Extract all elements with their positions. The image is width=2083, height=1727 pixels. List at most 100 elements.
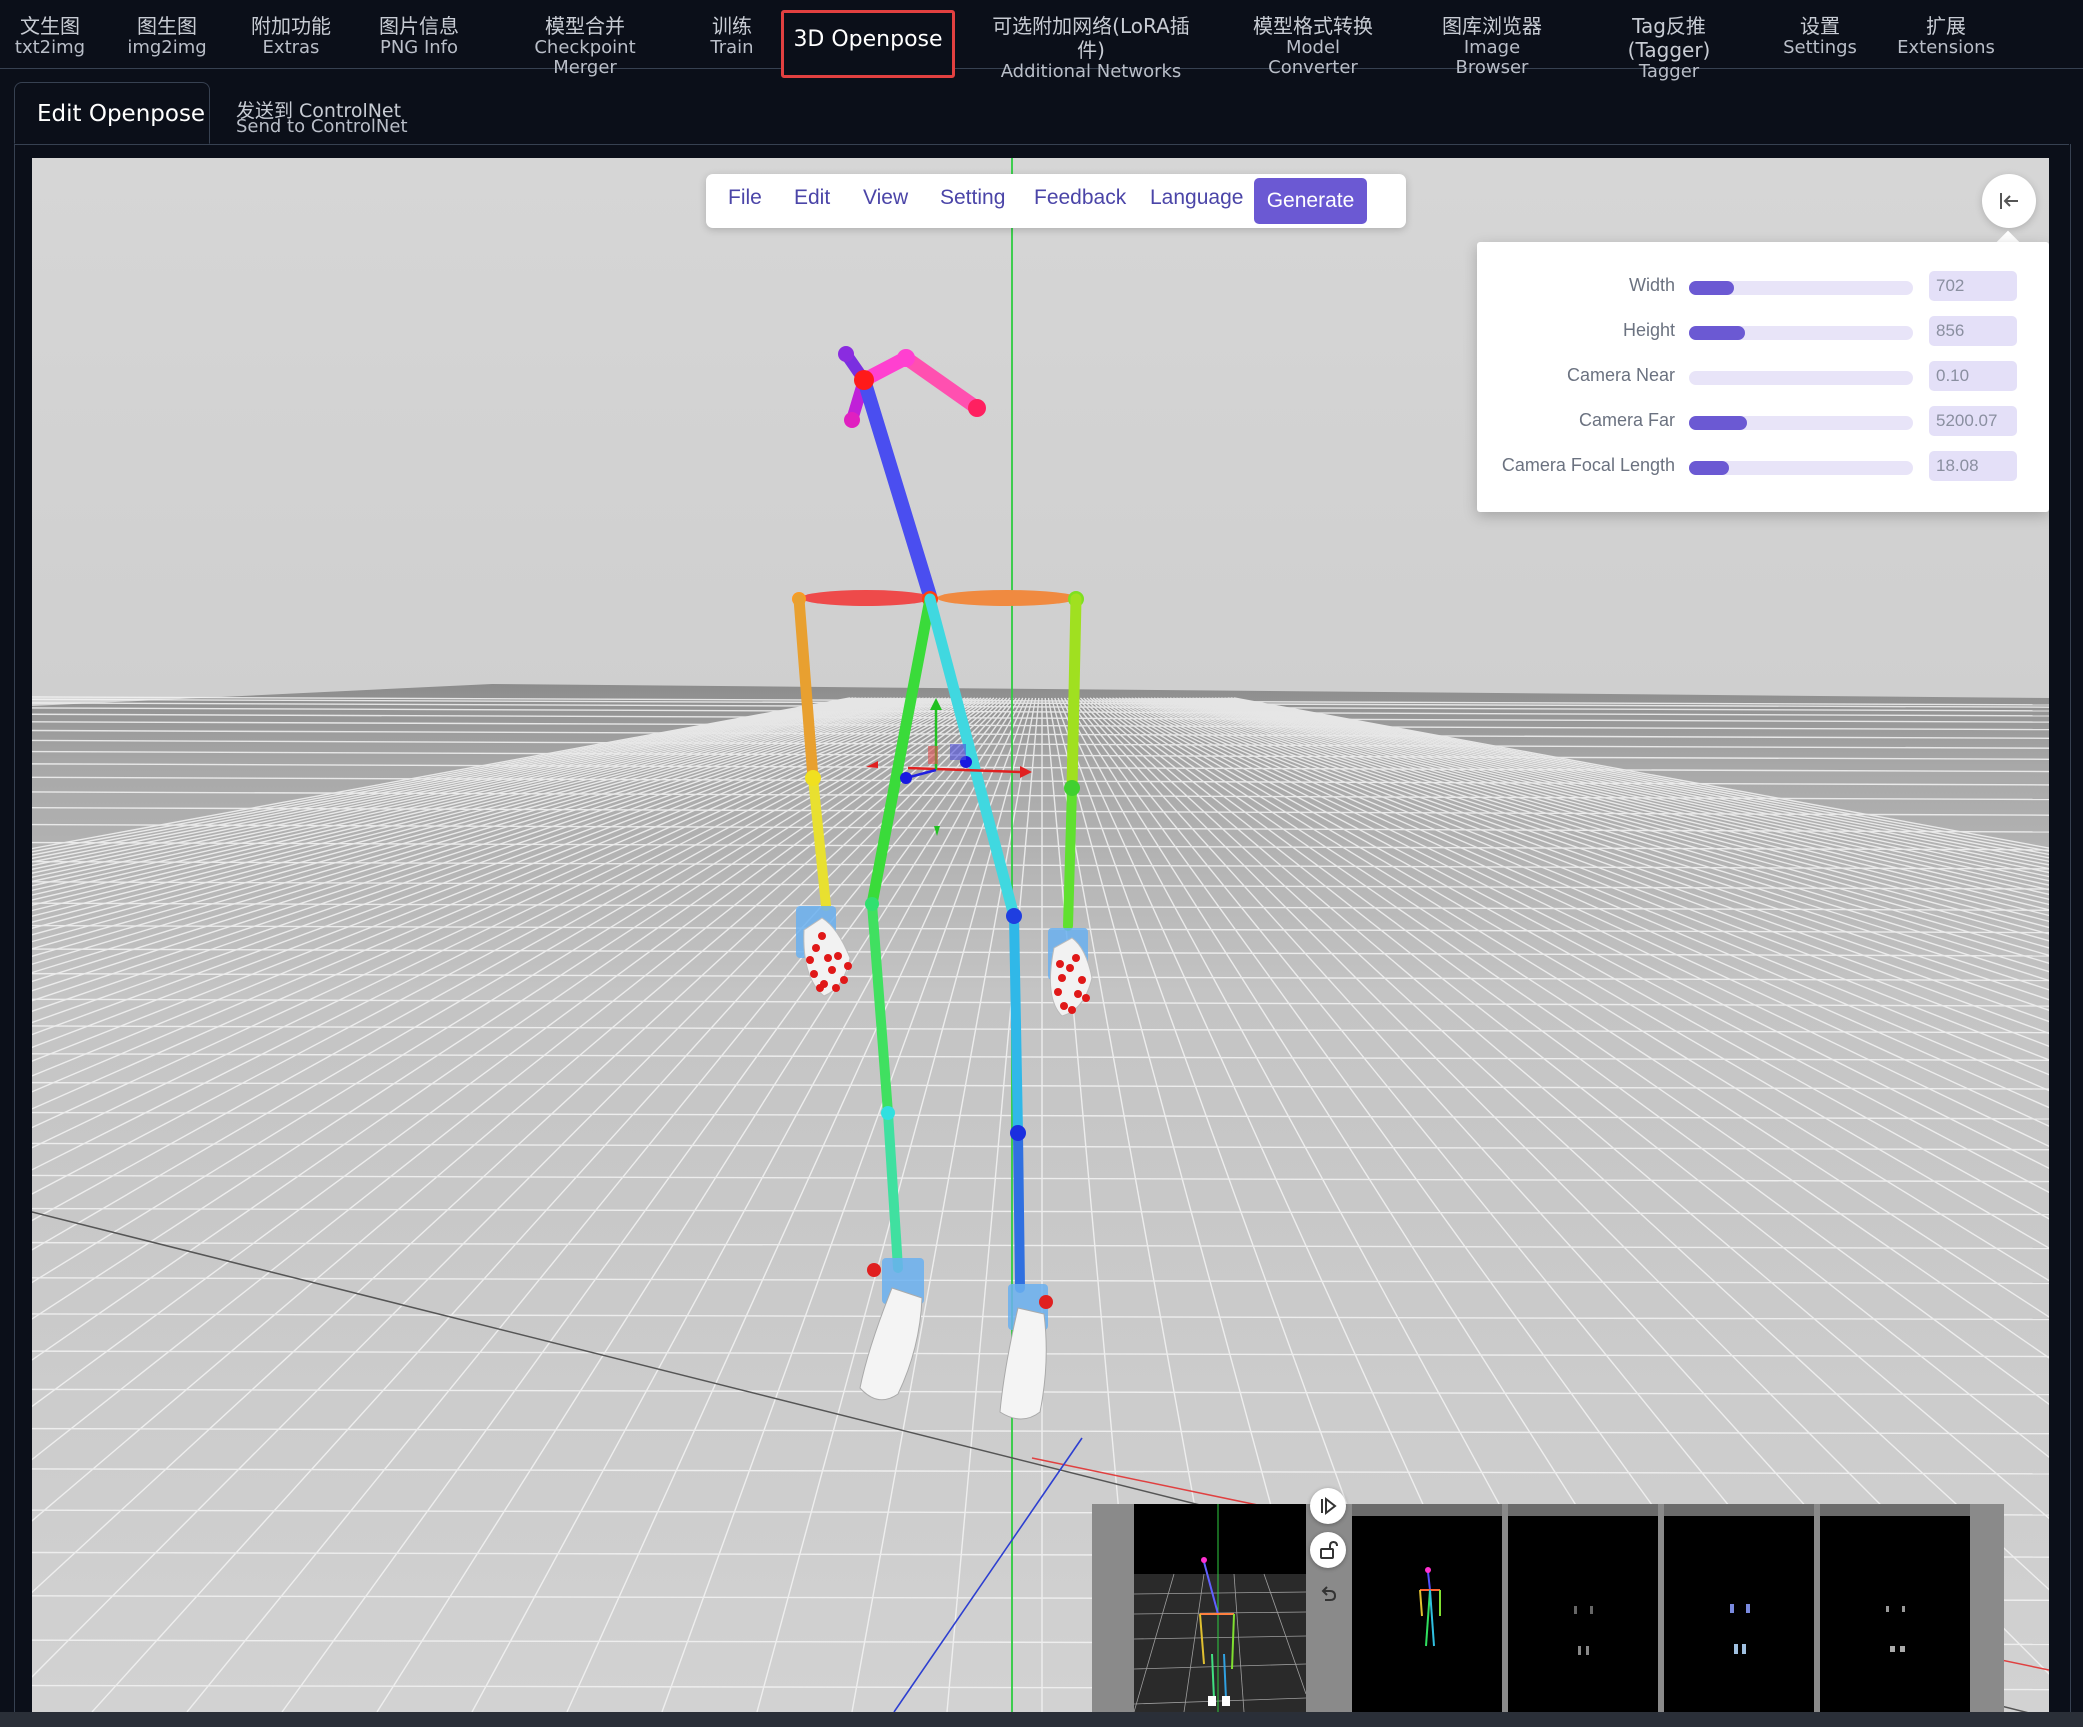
thumbnail-header [1664,1504,1814,1516]
slider-fill [1689,326,1745,340]
tab-label-zh: 图生图 [137,14,197,38]
tab-label-en: PNG Info [379,37,459,58]
camera-far-slider[interactable] [1689,416,1913,430]
tab-label-zh: 图库浏览器 [1442,14,1542,38]
tab-label: 3D Openpose [793,27,943,52]
preview-strip [1092,1504,2004,1712]
tab-label-zh: 模型格式转换 [1253,14,1373,38]
menu-edit[interactable]: Edit [794,186,830,216]
tab-label: Edit Openpose [37,101,206,127]
pose-image [1419,1567,1441,1647]
menu-setting[interactable]: Setting [940,186,1005,216]
canny-image [1886,1606,1905,1652]
play-icon [1321,1496,1337,1516]
menu-feedback[interactable]: Feedback [1034,186,1126,216]
tab-extensions[interactable]: 扩展 Extensions [1896,14,1996,58]
camera-far-row: Camera Far [1477,405,2049,439]
normal-thumbnail[interactable] [1664,1504,1814,1712]
slider-fill [1689,281,1734,295]
focal-length-row: Camera Focal Length [1477,450,2049,484]
thumbnail-header [1508,1504,1658,1516]
camera-settings-panel: Width Height Camera Near Camera Far Came… [1477,242,2049,512]
lock-button[interactable] [1310,1532,1346,1568]
tab-label-en: Extensions [1897,37,1995,58]
tab-label-en: Send to ControlNet [236,116,408,137]
tab-label-en: img2img [127,37,207,58]
focal-length-label: Camera Focal Length [1501,455,1675,475]
depth-thumbnail[interactable] [1508,1504,1658,1712]
tab-label-en: Extras [262,37,320,58]
tab-png-info[interactable]: 图片信息 PNG Info [368,14,470,58]
slider-fill [1689,461,1730,475]
menu-view[interactable]: View [863,186,908,216]
tab-label-zh: 图片信息 [379,14,459,38]
tab-label-en: Settings [1783,37,1857,58]
camera-far-input[interactable] [1929,406,2017,436]
tab-label-en: Train [710,37,754,58]
camera-near-label: Camera Near [1566,365,1675,385]
play-button[interactable] [1310,1488,1346,1524]
slider-fill [1689,416,1748,430]
top-tab-bar: 文生图 txt2img 图生图 img2img 附加功能 Extras 图片信息… [0,0,2083,82]
width-input[interactable] [1929,271,2017,301]
scene-preview-thumbnail[interactable] [1133,1504,1307,1712]
thumbnail-header [1820,1504,1970,1516]
tab-tagger[interactable]: Tag反推(Tagger) Tagger [1596,14,1742,82]
tab-send-to-controlnet[interactable]: 发送到 ControlNet Send to ControlNet [236,82,436,144]
collapse-panel-button[interactable] [1982,174,2036,228]
tab-label-zh: 可选附加网络(LoRA插件) [992,14,1190,62]
editor-menubar: File Edit View Setting Feedback Language… [706,174,1406,228]
tab-label-zh: 训练 [712,14,752,38]
canny-thumbnail[interactable] [1820,1504,1970,1712]
tab-label-en: Additional Networks [1000,61,1182,82]
camera-far-label: Camera Far [1578,410,1675,430]
tab-3d-openpose[interactable]: 3D Openpose [781,10,955,78]
tab-checkpoint-merger[interactable]: 模型合并 Checkpoint Merger [500,14,670,78]
tab-label-zh: 文生图 [20,14,80,38]
depth-image [1574,1606,1593,1655]
tab-label-zh: 设置 [1800,14,1840,38]
tab-label-zh: Tag反推(Tagger) [1627,14,1711,62]
collapse-left-icon [2000,193,2018,209]
tab-train[interactable]: 训练 Train [700,14,764,58]
tab-extras[interactable]: 附加功能 Extras [240,14,342,58]
3d-viewport[interactable]: File Edit View Setting Feedback Language… [32,158,2049,1712]
height-label: Height [1622,320,1675,340]
height-row: Height [1477,315,2049,349]
tab-additional-networks[interactable]: 可选附加网络(LoRA插件) Additional Networks [980,14,1202,82]
generate-button[interactable]: Generate [1254,178,1367,224]
focal-length-slider[interactable] [1689,461,1913,475]
focal-length-input[interactable] [1929,451,2017,481]
undo-icon [1321,1586,1337,1601]
menu-language[interactable]: Language [1150,186,1243,216]
width-label: Width [1628,275,1675,295]
camera-near-input[interactable] [1929,361,2017,391]
unlock-icon [1320,1540,1338,1559]
tab-label-zh: 附加功能 [251,14,331,38]
width-slider[interactable] [1689,281,1913,295]
normal-image [1730,1604,1750,1654]
height-slider[interactable] [1689,326,1913,340]
tab-settings[interactable]: 设置 Settings [1780,14,1860,58]
sub-tab-bar: Edit Openpose 发送到 ControlNet Send to Con… [14,82,2069,145]
tab-label-en: Image Browser [1455,37,1529,78]
height-input[interactable] [1929,316,2017,346]
camera-near-slider[interactable] [1689,371,1913,385]
tab-model-converter[interactable]: 模型格式转换 Model Converter [1240,14,1386,78]
tab-edit-openpose[interactable]: Edit Openpose [14,82,210,144]
tab-img2img[interactable]: 图生图 img2img [122,14,212,58]
tab-label-zh: 扩展 [1926,14,1966,38]
tab-label-zh: 模型合并 [545,14,625,38]
bottom-status-strip [0,1712,2083,1727]
tab-label-en: Checkpoint Merger [534,37,636,78]
menu-file[interactable]: File [728,186,762,216]
tab-label-en: Tagger [1638,61,1700,82]
pose-thumbnail[interactable] [1352,1504,1502,1712]
width-row: Width [1477,270,2049,304]
undo-button[interactable] [1310,1576,1346,1612]
tab-txt2img[interactable]: 文生图 txt2img [10,14,90,58]
tab-image-browser[interactable]: 图库浏览器 Image Browser [1425,14,1559,78]
tab-label-en: txt2img [14,37,86,58]
camera-near-row: Camera Near [1477,360,2049,394]
tab-label-en: Model Converter [1268,37,1358,78]
